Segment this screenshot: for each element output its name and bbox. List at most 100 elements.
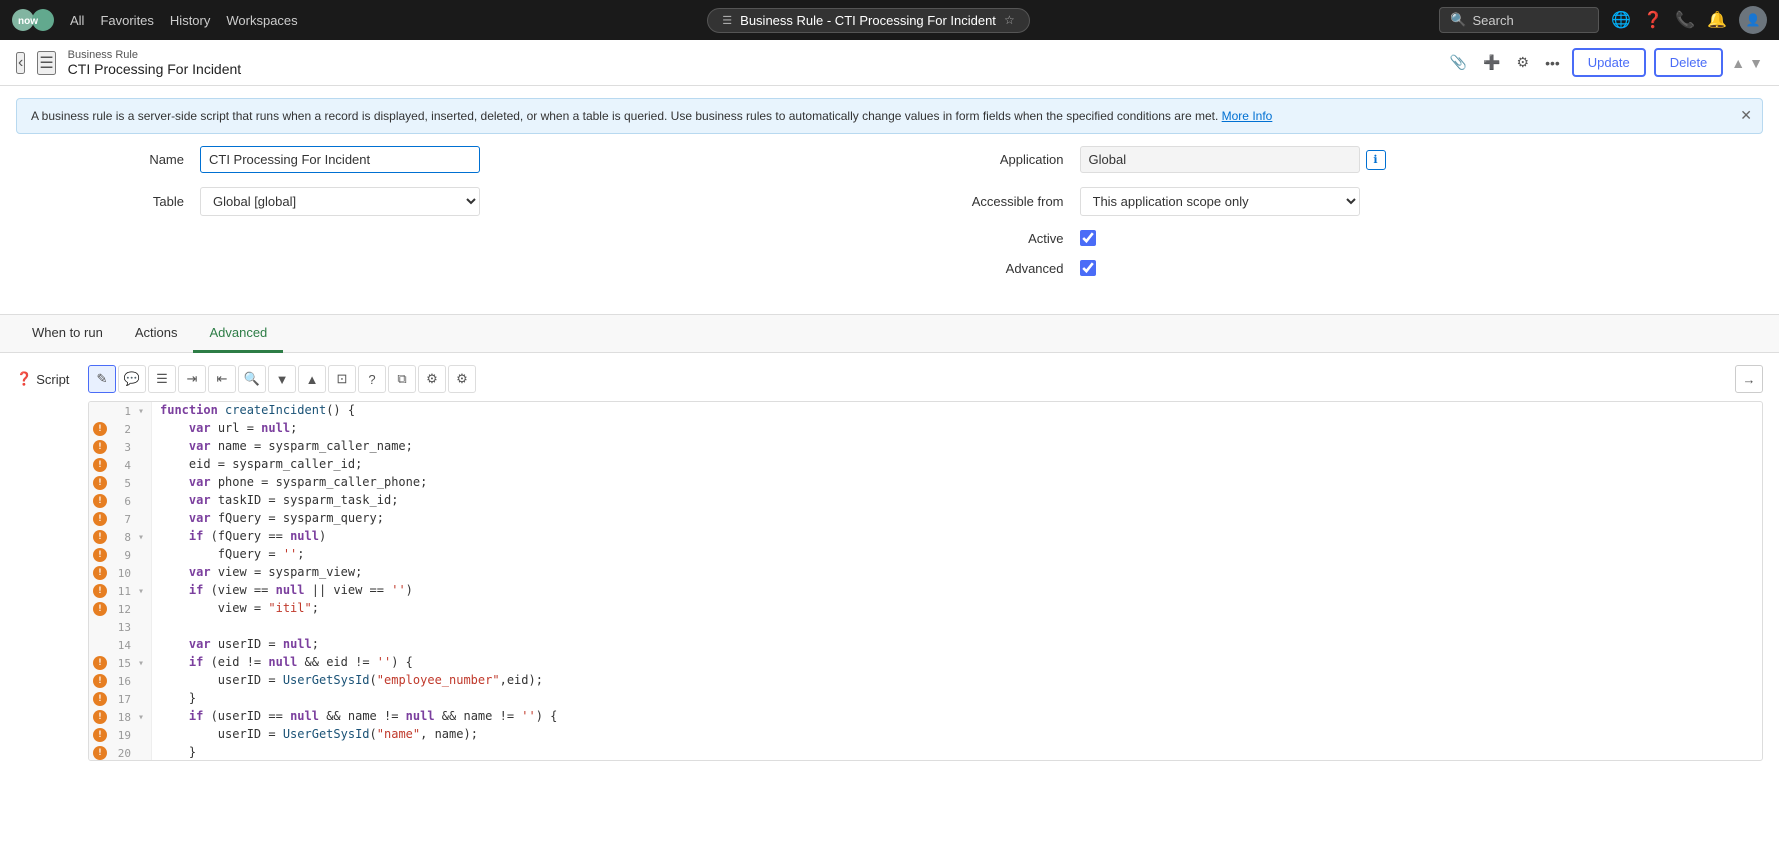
- toolbar-edit-btn[interactable]: ✎: [88, 365, 116, 393]
- accessible-from-select[interactable]: This application scope only: [1080, 187, 1360, 216]
- active-label: Active: [920, 231, 1080, 246]
- search-box[interactable]: 🔍 Search: [1439, 7, 1599, 33]
- tabs-container: When to run Actions Advanced ❓ Script ✎ …: [0, 314, 1779, 773]
- code-line-18: !18▾ if (userID == null && name != null …: [89, 708, 1762, 726]
- record-nav-arrows: ▲ ▼: [1731, 55, 1763, 71]
- code-line-20: !20 }: [89, 744, 1762, 761]
- record-title-group: Business Rule CTI Processing For Inciden…: [68, 49, 1434, 77]
- svg-text:now: now: [18, 16, 38, 27]
- toolbar-down-btn[interactable]: ▼: [268, 365, 296, 393]
- bell-icon[interactable]: 🔔: [1707, 10, 1727, 30]
- code-line-4: !4 eid = sysparm_caller_id;: [89, 456, 1762, 474]
- code-line-16: !16 userID = UserGetSysId("employee_numb…: [89, 672, 1762, 690]
- more-icon[interactable]: •••: [1541, 51, 1564, 75]
- code-line-19: !19 userID = UserGetSysId("name", name);: [89, 726, 1762, 744]
- code-line-11: !11▾ if (view == null || view == ''): [89, 582, 1762, 600]
- advanced-row: Advanced: [920, 260, 1700, 276]
- accessible-from-label: Accessible from: [920, 194, 1080, 209]
- close-banner-button[interactable]: ✕: [1740, 107, 1752, 124]
- attachment-icon[interactable]: 📎: [1446, 50, 1471, 75]
- code-line-14: 14 var userID = null;: [89, 636, 1762, 654]
- toolbar-expand-btn[interactable]: →: [1735, 365, 1763, 393]
- code-line-6: !6 var taskID = sysparm_task_id;: [89, 492, 1762, 510]
- search-placeholder: Search: [1473, 13, 1514, 28]
- table-select[interactable]: Global [global]: [200, 187, 480, 216]
- info-text: A business rule is a server-side script …: [31, 109, 1218, 123]
- code-line-15: !15▾ if (eid != null && eid != '') {: [89, 654, 1762, 672]
- logo[interactable]: now: [12, 9, 54, 31]
- toolbar-comment-btn[interactable]: 💬: [118, 365, 146, 393]
- tabs-nav: When to run Actions Advanced: [0, 315, 1779, 353]
- top-nav: now All Favorites History Workspaces ☰ B…: [0, 0, 1779, 40]
- name-row: Name: [80, 146, 860, 173]
- update-button[interactable]: Update: [1572, 48, 1646, 77]
- form-area: Name Table Global [global] Application G…: [0, 146, 1779, 290]
- advanced-label: Advanced: [920, 261, 1080, 276]
- code-line-13: 13: [89, 618, 1762, 636]
- record-name: CTI Processing For Incident: [68, 61, 1434, 77]
- nav-all[interactable]: All: [70, 13, 84, 28]
- more-info-link[interactable]: More Info: [1222, 109, 1273, 123]
- nav-history[interactable]: History: [170, 13, 210, 28]
- settings-icon[interactable]: ⚙: [1513, 50, 1534, 75]
- name-label: Name: [80, 152, 200, 167]
- nav-workspaces[interactable]: Workspaces: [226, 13, 297, 28]
- application-info-icon[interactable]: ℹ: [1366, 150, 1386, 170]
- toolbar-help-btn[interactable]: ?: [358, 365, 386, 393]
- prev-record-button[interactable]: ▲: [1731, 55, 1745, 71]
- form-left-col: Name Table Global [global]: [80, 146, 860, 290]
- script-help-icon[interactable]: ❓: [16, 371, 32, 387]
- code-line-12: !12 view = "itil";: [89, 600, 1762, 618]
- code-line-2: !2 var url = null;: [89, 420, 1762, 438]
- toolbar-search-btn[interactable]: 🔍: [238, 365, 266, 393]
- toolbar-list-btn[interactable]: ☰: [148, 365, 176, 393]
- toolbar-fullscreen-btn[interactable]: ⊡: [328, 365, 356, 393]
- search-icon: 🔍: [1450, 12, 1466, 28]
- application-label: Application: [920, 152, 1080, 167]
- active-checkbox[interactable]: [1080, 230, 1096, 246]
- center-title-area: ☰ Business Rule - CTI Processing For Inc…: [314, 8, 1424, 33]
- nav-links: All Favorites History Workspaces: [70, 13, 298, 28]
- star-icon[interactable]: ☆: [1004, 13, 1015, 27]
- script-section: ❓ Script ✎ 💬 ☰ ⇥ ⇤ 🔍 ▼ ▲ ⊡ ? ⧉ ⚙ ⚙ →: [0, 353, 1779, 773]
- hamburger-button[interactable]: ☰: [37, 51, 55, 75]
- top-right-icons: 🔍 Search 🌐 ❓ 📞 🔔 👤: [1439, 6, 1767, 34]
- code-line-17: !17 }: [89, 690, 1762, 708]
- delete-button[interactable]: Delete: [1654, 48, 1724, 77]
- avatar[interactable]: 👤: [1739, 6, 1767, 34]
- name-input[interactable]: [200, 146, 480, 173]
- next-record-button[interactable]: ▼: [1749, 55, 1763, 71]
- record-type: Business Rule: [68, 49, 1434, 61]
- code-line-7: !7 var fQuery = sysparm_query;: [89, 510, 1762, 528]
- table-label: Table: [80, 194, 200, 209]
- accessible-from-row: Accessible from This application scope o…: [920, 187, 1700, 216]
- active-row: Active: [920, 230, 1700, 246]
- code-editor[interactable]: 1▾ function createIncident() { !2 var ur…: [88, 401, 1763, 761]
- form-right-col: Application Global ℹ Accessible from Thi…: [920, 146, 1700, 290]
- info-banner: A business rule is a server-side script …: [16, 98, 1763, 134]
- script-toolbar: ✎ 💬 ☰ ⇥ ⇤ 🔍 ▼ ▲ ⊡ ? ⧉ ⚙ ⚙ →: [88, 365, 1763, 393]
- code-line-10: !10 var view = sysparm_view;: [89, 564, 1762, 582]
- code-lines: 1▾ function createIncident() { !2 var ur…: [89, 402, 1762, 760]
- code-line-1: 1▾ function createIncident() {: [89, 402, 1762, 420]
- advanced-checkbox[interactable]: [1080, 260, 1096, 276]
- tab-when-to-run[interactable]: When to run: [16, 315, 119, 353]
- help-icon[interactable]: ❓: [1643, 10, 1663, 30]
- tab-title-text: Business Rule - CTI Processing For Incid…: [740, 13, 996, 28]
- toolbar-outdent-btn[interactable]: ⇤: [208, 365, 236, 393]
- back-button[interactable]: ‹: [16, 52, 25, 74]
- tab-advanced[interactable]: Advanced: [193, 315, 283, 353]
- nav-favorites[interactable]: Favorites: [100, 13, 153, 28]
- toolbar-gear1-btn[interactable]: ⚙: [418, 365, 446, 393]
- globe-icon[interactable]: 🌐: [1611, 10, 1631, 30]
- toolbar-up-btn[interactable]: ▲: [298, 365, 326, 393]
- menu-icon: ☰: [722, 14, 732, 27]
- phone-icon[interactable]: 📞: [1675, 10, 1695, 30]
- toolbar-gear2-btn[interactable]: ⚙: [448, 365, 476, 393]
- code-line-3: !3 var name = sysparm_caller_name;: [89, 438, 1762, 456]
- toolbar-indent-btn[interactable]: ⇥: [178, 365, 206, 393]
- toolbar-wrap-btn[interactable]: ⧉: [388, 365, 416, 393]
- tab-title-pill[interactable]: ☰ Business Rule - CTI Processing For Inc…: [707, 8, 1029, 33]
- add-icon[interactable]: ➕: [1479, 50, 1504, 75]
- tab-actions[interactable]: Actions: [119, 315, 194, 353]
